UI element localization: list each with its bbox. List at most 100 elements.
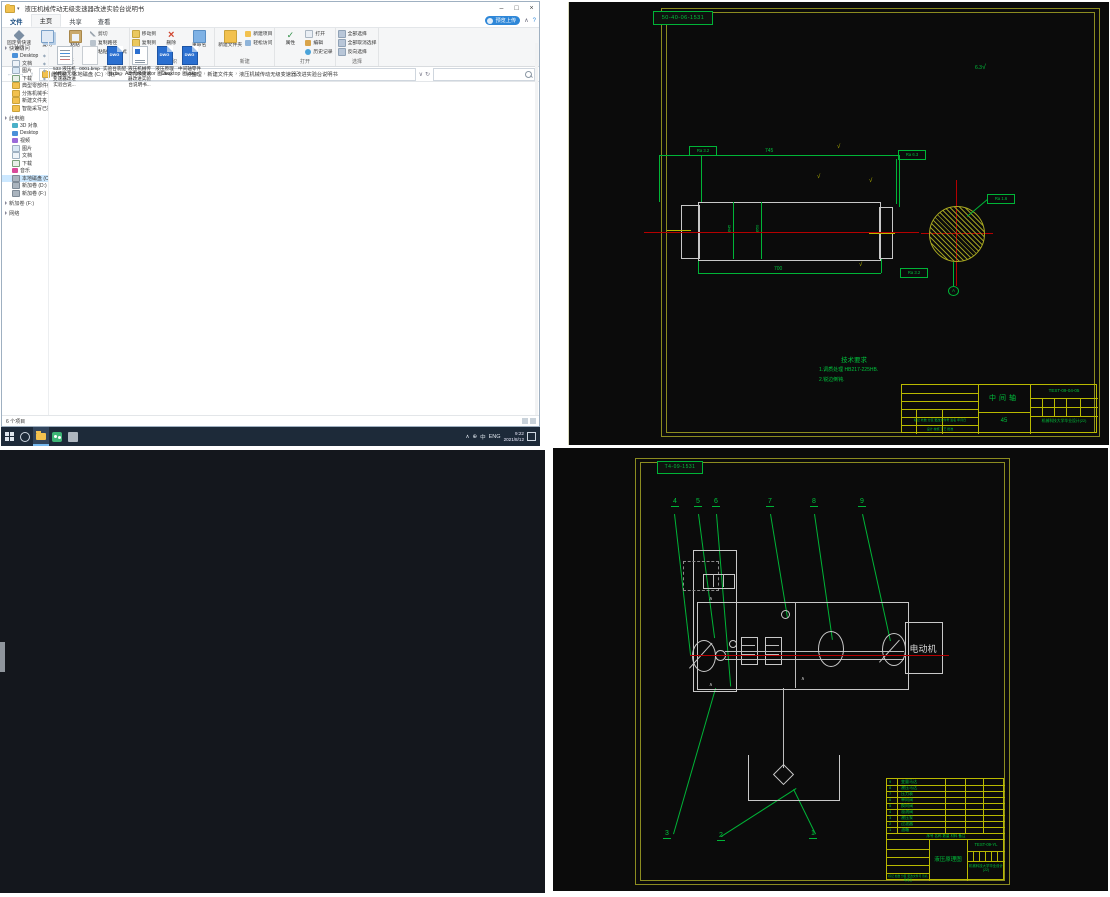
sidebar-item[interactable]: 典型零部件结构简图 xyxy=(2,82,48,90)
tab-file[interactable]: 文件 xyxy=(2,16,31,27)
tab-home[interactable]: 主页 xyxy=(31,14,62,27)
file-item[interactable]: 533 液压机械传动无级变速器改进实验台说... xyxy=(53,46,76,87)
vertical-scrollbar[interactable] xyxy=(535,43,538,415)
scroll-nub[interactable] xyxy=(0,642,5,672)
open-button[interactable]: 打开 xyxy=(305,29,332,38)
leader-label-br: Ra 3.2 xyxy=(900,268,928,278)
sidebar-section-label: 此电脑 xyxy=(9,115,25,122)
sidebar-item[interactable]: 新加卷 (F:) xyxy=(2,190,48,198)
drive-icon xyxy=(12,190,20,197)
roughness-mark-icon: √ xyxy=(817,174,820,180)
dwg-badge: DWG xyxy=(158,52,172,57)
selectall-button[interactable]: 全部选择 xyxy=(338,29,377,38)
drawing-tag: 50-40-06-1531 xyxy=(653,11,713,25)
status-bar: 6 个项目 xyxy=(2,415,539,426)
taskbar-app-button[interactable] xyxy=(65,427,81,446)
sidebar-item[interactable]: 新加卷 (D:) xyxy=(2,182,48,190)
sidebar-item[interactable]: 智能采写已操作好 xyxy=(2,105,48,113)
network-globe-icon[interactable]: ⊕ xyxy=(473,434,478,440)
leader-label-section: Ra 1.6 xyxy=(987,194,1015,204)
motor-label: 电动机 xyxy=(907,642,939,655)
taskbar-search-button[interactable] xyxy=(17,427,33,446)
ribbon-collapse-icon[interactable]: ∧ xyxy=(524,17,528,24)
sidebar-section-header[interactable]: 新加卷 (F:) xyxy=(2,199,48,207)
pic-icon xyxy=(12,145,20,152)
sidebar-item[interactable]: 文档 xyxy=(2,152,48,160)
sidebar-item[interactable]: Desktop◆ xyxy=(2,52,48,60)
minimize-button[interactable]: – xyxy=(494,3,509,15)
organization: 机械科技大学毕业设计(22) xyxy=(968,864,1004,873)
sidebar-section-label: 网络 xyxy=(9,210,19,217)
sidebar-item[interactable]: 新建文件夹 xyxy=(2,97,48,105)
sidebar-section-header[interactable]: 网络 xyxy=(2,209,48,217)
close-button[interactable]: × xyxy=(524,3,539,15)
thumbnail-view-icon[interactable] xyxy=(530,418,536,424)
file-item[interactable]: DWG液压原理图.dwg xyxy=(153,46,176,76)
sidebar-item[interactable]: Desktop xyxy=(2,130,48,138)
file-item[interactable]: 液压机械传动无级变速器改进实验台说明书... xyxy=(128,46,151,87)
sidebar-item-label: 3D 对象 xyxy=(20,122,38,129)
cad-drawing-hydraulic: T4-09-1531 456789321 电动机 ∧ ∧ ∧ 9变量马达8液压马… xyxy=(553,448,1108,891)
sidebar-item-label: 图片 xyxy=(22,145,32,152)
sidebar-item[interactable]: 3D 对象 xyxy=(2,122,48,130)
sidebar-item[interactable]: 本地磁盘 (C:) xyxy=(2,175,48,183)
tray-expand-icon[interactable]: ∧ xyxy=(465,434,469,440)
sidebar-item-label: Desktop xyxy=(20,53,38,59)
quick-access-toolbar[interactable]: ▾ xyxy=(2,5,23,13)
sidebar-section-label: 快速访问 xyxy=(9,45,30,52)
file-item[interactable]: DWG实验台装配图.dwg xyxy=(103,46,126,76)
file-item[interactable]: DWG中间轴零件图.dwg xyxy=(178,46,201,76)
pic-icon xyxy=(12,67,20,74)
cloud-upload-button[interactable]: 预览上传 xyxy=(485,16,520,25)
tab-view[interactable]: 查看 xyxy=(90,16,119,27)
help-icon[interactable]: ? xyxy=(533,18,536,24)
sidebar-item[interactable]: 音乐 xyxy=(2,167,48,175)
system-tray: ∧ ⊕ 中 ENG 9:22 2021/8/12 xyxy=(465,431,540,441)
sidebar-section-header[interactable]: 快速访问 xyxy=(2,44,48,52)
chevron-icon xyxy=(5,116,7,120)
sidebar-item[interactable]: 图片◆ xyxy=(2,67,48,75)
sidebar-item-label: 典型零部件结构简图 xyxy=(22,82,48,89)
sidebar-item-label: 新建文件夹 xyxy=(22,97,47,104)
sidebar-item[interactable]: 下载 xyxy=(2,160,48,168)
note-line: 2.锐边倒钝. xyxy=(819,376,845,383)
newitem-button[interactable]: 新建项目 xyxy=(245,29,272,38)
maximize-button[interactable]: □ xyxy=(509,3,524,15)
taskbar-wechat-button[interactable] xyxy=(49,427,65,446)
quick-access-caret-icon[interactable]: ▾ xyxy=(17,6,20,12)
chevron-icon xyxy=(5,201,7,205)
file-name: 0001.bmp xyxy=(79,66,99,71)
sidebar-item[interactable]: 下载 ◆ xyxy=(2,75,48,83)
sidebar-item[interactable]: 分拣机械手不合适 xyxy=(2,90,48,98)
sidebar-section-header[interactable]: 此电脑 xyxy=(2,114,48,122)
language-indicator[interactable]: ENG xyxy=(489,434,501,440)
ime-indicator[interactable]: 中 xyxy=(480,433,486,441)
sidebar-item-label: 下载 xyxy=(22,75,32,82)
clock[interactable]: 9:22 2021/8/12 xyxy=(504,431,524,441)
move-button[interactable]: 移动到 xyxy=(132,29,156,38)
pin-icon: ◆ xyxy=(43,76,46,81)
ribbon-tabs: 文件 主页 共享 查看 预览上传 ∧ ? xyxy=(2,15,539,28)
sidebar-item[interactable]: 视频 xyxy=(2,137,48,145)
notification-center-icon[interactable] xyxy=(527,432,536,441)
drawing-number: TEST-09-YL xyxy=(967,842,1005,847)
balloon-number: 9 xyxy=(858,498,866,507)
start-button[interactable] xyxy=(1,427,17,446)
leader-label-tr: Ra 6.3 xyxy=(898,150,926,160)
cut-icon xyxy=(90,31,96,37)
balloon-number: 8 xyxy=(810,498,818,507)
shaft-centerline xyxy=(644,232,919,233)
revision-row: 标记 处数 分区 更改文件号 签名 年月日 xyxy=(903,418,977,422)
file-item[interactable]: 0001.bmp xyxy=(78,46,101,71)
down-icon xyxy=(12,160,20,167)
details-view-icon[interactable] xyxy=(522,418,528,424)
taskbar-explorer-button[interactable] xyxy=(33,427,49,446)
roughness-mark-icon: √ xyxy=(869,178,872,184)
tab-share[interactable]: 共享 xyxy=(61,16,90,27)
cloud-upload-label: 预览上传 xyxy=(495,17,516,24)
sidebar-item[interactable]: 文档◆ xyxy=(2,60,48,68)
balloon-number: 3 xyxy=(663,830,671,839)
file-explorer-window: ▾ 液压机械传动无级变速器改进实验台说明书 – □ × 文件 主页 共享 查看 … xyxy=(1,1,540,427)
cut-button[interactable]: 剪切 xyxy=(90,29,127,38)
sidebar-item[interactable]: 图片 xyxy=(2,145,48,153)
